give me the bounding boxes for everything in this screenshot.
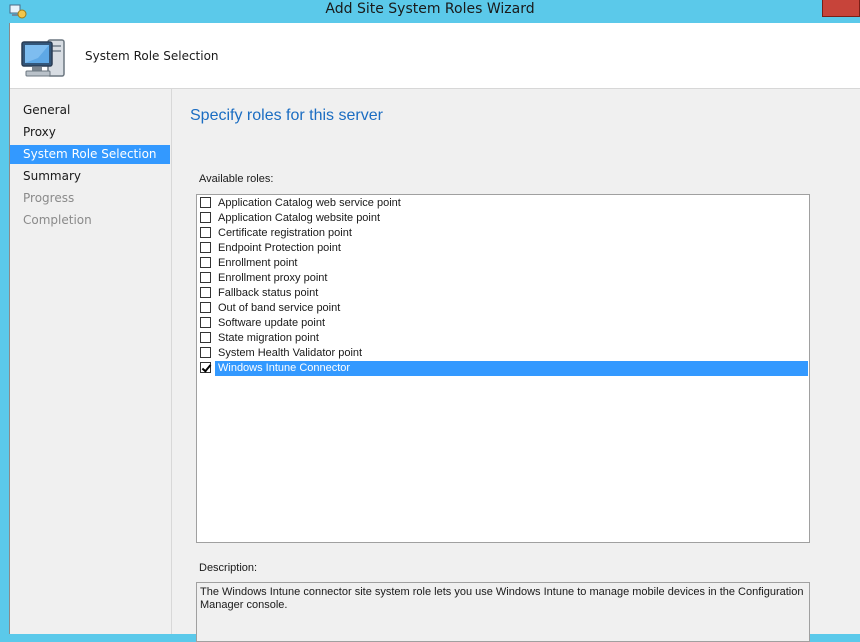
role-row-app-catalog-web-service[interactable]: Application Catalog web service point <box>198 196 808 211</box>
role-row-app-catalog-website[interactable]: Application Catalog website point <box>198 211 808 226</box>
role-checkbox[interactable] <box>200 317 211 328</box>
role-label: State migration point <box>218 332 319 344</box>
wizard-header: System Role Selection <box>10 23 860 89</box>
window-title: Add Site System Roles Wizard <box>325 1 535 17</box>
roles-list[interactable]: Application Catalog web service point Ap… <box>196 194 810 543</box>
wizard-nav: General Proxy System Role Selection Summ… <box>10 89 172 634</box>
role-checkbox[interactable] <box>200 257 211 268</box>
wizard-content: Specify roles for this server Available … <box>172 89 860 642</box>
role-checkbox[interactable] <box>200 272 211 283</box>
role-row-enrollment-proxy[interactable]: Enrollment proxy point <box>198 271 808 286</box>
role-label: Endpoint Protection point <box>218 242 341 254</box>
nav-item-general[interactable]: General <box>10 101 170 120</box>
role-label: Enrollment proxy point <box>218 272 328 284</box>
role-row-enrollment[interactable]: Enrollment point <box>198 256 808 271</box>
role-label: Fallback status point <box>218 287 319 299</box>
role-row-software-update[interactable]: Software update point <box>198 316 808 331</box>
role-row-out-of-band-service[interactable]: Out of band service point <box>198 301 808 316</box>
role-row-fallback-status[interactable]: Fallback status point <box>198 286 808 301</box>
header-title: System Role Selection <box>85 49 219 63</box>
nav-item-proxy[interactable]: Proxy <box>10 123 170 142</box>
nav-item-completion: Completion <box>23 213 92 227</box>
role-checkbox[interactable] <box>200 287 211 298</box>
role-label: Application Catalog website point <box>218 212 381 224</box>
description-text: The Windows Intune connector site system… <box>196 582 810 642</box>
role-row-endpoint-protection[interactable]: Endpoint Protection point <box>198 241 808 256</box>
role-row-certificate-registration[interactable]: Certificate registration point <box>198 226 808 241</box>
role-checkbox[interactable] <box>200 197 211 208</box>
role-checkbox[interactable] <box>200 212 211 223</box>
nav-item-progress: Progress <box>23 191 75 205</box>
role-label: Application Catalog web service point <box>218 197 401 209</box>
available-roles-label: Available roles: <box>199 173 274 185</box>
nav-item-system-role-selection[interactable]: System Role Selection <box>10 145 170 164</box>
role-checkbox-checked[interactable] <box>200 362 211 373</box>
nav-item-summary[interactable]: Summary <box>10 167 170 186</box>
title-bar[interactable]: Add Site System Roles Wizard <box>0 0 860 23</box>
role-checkbox[interactable] <box>200 242 211 253</box>
computer-icon <box>21 39 65 77</box>
role-checkbox[interactable] <box>200 227 211 238</box>
role-label: Software update point <box>218 317 326 329</box>
role-row-state-migration[interactable]: State migration point <box>198 331 808 346</box>
role-checkbox[interactable] <box>200 302 211 313</box>
role-label: Out of band service point <box>218 302 341 314</box>
page-title: Specify roles for this server <box>190 107 383 124</box>
role-row-windows-intune-connector[interactable]: Windows Intune Connector <box>198 361 808 376</box>
role-label: Enrollment point <box>218 257 298 269</box>
role-row-system-health-validator[interactable]: System Health Validator point <box>198 346 808 361</box>
wizard-window: System Role Selection General Proxy Syst… <box>9 23 860 642</box>
description-label: Description: <box>199 562 258 574</box>
role-label: Windows Intune Connector <box>215 361 808 376</box>
close-button[interactable] <box>822 0 860 17</box>
role-checkbox[interactable] <box>200 347 211 358</box>
role-label: System Health Validator point <box>218 347 363 359</box>
role-label: Certificate registration point <box>218 227 352 239</box>
role-checkbox[interactable] <box>200 332 211 343</box>
